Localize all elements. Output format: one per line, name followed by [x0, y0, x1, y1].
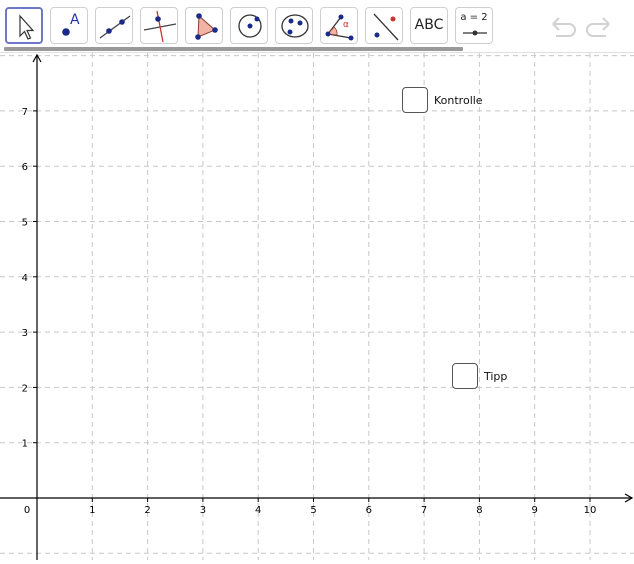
x-tick-label: 8: [476, 505, 482, 516]
kontrolle-checkbox-label: Kontrolle: [434, 93, 483, 107]
redo-icon: [586, 17, 610, 37]
undo-button[interactable]: [548, 12, 578, 42]
y-tick-label: 7: [22, 107, 28, 118]
perpendicular-line-icon: [143, 10, 177, 43]
slider-tool-button[interactable]: a = 2: [455, 7, 493, 44]
point-tool-button[interactable]: A: [50, 7, 88, 44]
perpendicular-tool-button[interactable]: [140, 7, 178, 44]
reflect-icon: [373, 13, 399, 41]
x-tick-label: 9: [532, 505, 538, 516]
toolbar: A α ABC a = 2: [0, 0, 634, 53]
graphics-view[interactable]: 0 1 2 3 4 5 6 7 8 9 10 1 2 3 4 5 6 7: [0, 53, 634, 560]
tipp-checkbox-label: Tipp: [484, 369, 508, 383]
move-tool-button[interactable]: [5, 7, 43, 44]
x-tick-label: 5: [310, 505, 316, 516]
angle-icon: [325, 14, 354, 41]
y-tick-label: 3: [22, 328, 28, 339]
slider-icon: [463, 30, 487, 36]
line-icon: [99, 15, 131, 39]
kontrolle-checkbox[interactable]: Kontrolle: [402, 87, 483, 113]
y-tick-label: 6: [22, 162, 28, 173]
point-tool-label: A: [70, 12, 80, 28]
redo-button[interactable]: [584, 12, 614, 42]
circle-tool-button[interactable]: [230, 7, 268, 44]
arrow-cursor-icon: [19, 14, 35, 40]
y-tick-label: 4: [22, 273, 28, 284]
reflect-tool-button[interactable]: [365, 7, 403, 44]
polygon-icon: [195, 13, 218, 40]
conic-icon: [281, 14, 309, 38]
polygon-tool-button[interactable]: [185, 7, 223, 44]
text-tool-label: ABC: [414, 17, 444, 33]
coordinate-grid[interactable]: 0 1 2 3 4 5 6 7 8 9 10 1 2 3 4 5 6 7: [0, 53, 634, 560]
angle-tool-label: α: [343, 20, 349, 30]
conic-tool-button[interactable]: [275, 7, 313, 44]
text-tool-button[interactable]: ABC: [410, 7, 448, 44]
x-tick-label: 2: [144, 505, 150, 516]
y-tick-label: 5: [22, 218, 28, 229]
x-tick-label: 0: [24, 505, 30, 516]
toolbar-scrollbar[interactable]: [4, 47, 463, 51]
x-tick-label: 4: [255, 505, 261, 516]
tipp-checkbox-box[interactable]: [452, 363, 478, 389]
angle-tool-button[interactable]: α: [320, 7, 358, 44]
y-tick-label: 2: [22, 383, 28, 394]
x-tick-label: 10: [584, 505, 597, 516]
undo-icon: [552, 17, 576, 37]
x-tick-label: 3: [200, 505, 206, 516]
x-tick-label: 7: [421, 505, 427, 516]
kontrolle-checkbox-box[interactable]: [402, 87, 428, 113]
circle-icon: [238, 14, 262, 38]
x-tick-label: 1: [89, 505, 95, 516]
line-tool-button[interactable]: [95, 7, 133, 44]
x-tick-label: 6: [366, 505, 372, 516]
tipp-checkbox[interactable]: Tipp: [452, 363, 507, 389]
y-tick-label: 1: [22, 439, 28, 450]
